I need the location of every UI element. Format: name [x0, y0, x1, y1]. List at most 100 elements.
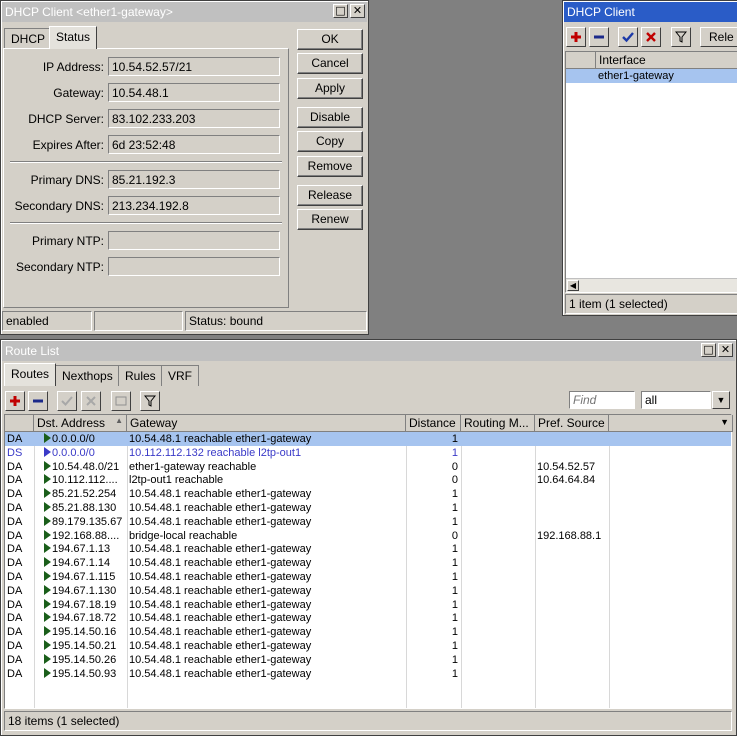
chevron-down-icon[interactable]: ▼	[712, 391, 730, 409]
table-row[interactable]: DS 0.0.0.0/0 10.112.112.132 reachable l2tp…	[5, 446, 731, 460]
table-row[interactable]: DA 192.168.88.... bridge-local reachable 0 1…	[5, 529, 731, 543]
routing-mark-cell	[461, 653, 535, 667]
field-label: DHCP Server:	[28, 112, 104, 126]
gateway-cell-text: 10.54.48.1 reachable ether1-gateway	[129, 502, 312, 514]
column-flags[interactable]	[5, 415, 34, 432]
gateway-cell-text: bridge-local reachable	[129, 529, 238, 542]
pref-source-cell: 192.168.88.1	[535, 529, 609, 543]
route-active-icon	[44, 529, 51, 540]
tab-routes[interactable]: Routes	[4, 363, 57, 386]
scroll-left-icon[interactable]: ◀	[567, 280, 579, 291]
dst-address-cell-text: 192.168.88....	[52, 529, 120, 542]
close-icon[interactable]: ✕	[718, 343, 733, 357]
disable-button[interactable]: Disable	[297, 107, 363, 128]
plus-icon[interactable]	[566, 27, 586, 47]
gateway-cell: 10.54.48.1 reachable ether1-gateway	[127, 542, 406, 556]
distance-cell: 1	[406, 598, 461, 612]
filter-icon[interactable]	[671, 27, 691, 47]
renew-button[interactable]: Renew	[297, 209, 363, 230]
routing-mark-cell	[461, 625, 535, 639]
column-gateway[interactable]: Gateway	[127, 415, 406, 432]
distance-cell-text: 1	[451, 488, 458, 501]
column-dst-address[interactable]: Dst. Address ▲	[34, 415, 127, 432]
release-button[interactable]: Release	[297, 185, 363, 206]
table-row[interactable]: DA 0.0.0.0/0 10.54.48.1 reachable ether1-g…	[5, 432, 731, 446]
dst-address-cell-text: 85.21.88.130	[52, 502, 117, 514]
tab-rules[interactable]: Rules	[118, 365, 163, 386]
table-row[interactable]: DA 85.21.52.254 10.54.48.1 reachable ether…	[5, 487, 731, 501]
cross-icon[interactable]	[641, 27, 661, 47]
table-row[interactable]: DA 195.14.50.26 10.54.48.1 reachable ether…	[5, 653, 731, 667]
remove-button[interactable]: Remove	[297, 156, 363, 177]
column-pref-source[interactable]: Pref. Source	[535, 415, 609, 432]
tab-dhcp[interactable]: DHCP	[4, 28, 53, 49]
distance-cell: 1	[406, 611, 461, 625]
check-icon[interactable]	[57, 391, 77, 411]
chevron-down-icon[interactable]: ▼	[720, 417, 729, 427]
minus-icon[interactable]	[589, 27, 609, 47]
tab-status[interactable]: Status	[49, 26, 98, 49]
gateway-cell: 10.54.48.1 reachable ether1-gateway	[127, 501, 406, 515]
table-row[interactable]: DA 195.14.50.21 10.54.48.1 reachable ether…	[5, 639, 731, 653]
route-active-icon	[44, 640, 51, 650]
close-icon[interactable]: ✕	[350, 4, 365, 18]
dhcp-client-list[interactable]: Interface ether1-gateway ◀	[565, 51, 737, 293]
route-table[interactable]: Dst. Address ▲ Gateway Distance Routing …	[4, 414, 733, 709]
flags-cell-text: DA	[7, 584, 23, 597]
filter-select[interactable]: all	[641, 391, 711, 409]
apply-button[interactable]: Apply	[297, 78, 363, 99]
table-row[interactable]: DA 10.112.112.... l2tp-out1 reachable 0 10.6…	[5, 473, 731, 487]
gateway-cell-text: 10.54.48.1 reachable ether1-gateway	[129, 598, 312, 611]
tab-vrf[interactable]: VRF	[161, 365, 199, 386]
check-icon[interactable]	[618, 27, 638, 47]
dst-address-cell-text: 194.67.1.115	[52, 571, 116, 583]
tab-nexthops[interactable]: Nexthops	[55, 365, 120, 386]
route-active-icon	[44, 667, 51, 678]
route-active-icon	[44, 626, 51, 637]
cancel-button[interactable]: Cancel	[297, 53, 363, 74]
routing-mark-cell	[461, 570, 535, 584]
route-active-icon	[44, 653, 51, 664]
distance-cell: 1	[406, 432, 461, 446]
release-button-partial[interactable]: Rele	[700, 27, 737, 47]
routing-mark-cell	[461, 432, 535, 446]
dst-address-cell-text: 195.14.50.21	[52, 640, 117, 652]
table-row[interactable]: DA 195.14.50.16 10.54.48.1 reachable ether…	[5, 625, 731, 639]
pref-source-cell-text: 10.54.52.57	[537, 460, 596, 473]
plus-icon[interactable]	[5, 391, 25, 411]
table-row[interactable]: ether1-gateway	[566, 69, 737, 83]
cross-icon[interactable]	[81, 391, 101, 411]
dhcp-list-titlebar[interactable]: DHCP Client	[564, 2, 737, 22]
minus-icon[interactable]	[28, 391, 48, 411]
table-row[interactable]: DA 194.67.1.14 10.54.48.1 reachable ether1…	[5, 556, 731, 570]
filter-icon[interactable]	[140, 391, 160, 411]
column-distance[interactable]: Distance	[406, 415, 461, 432]
column-interface[interactable]: Interface	[596, 52, 737, 69]
table-row[interactable]: DA 194.67.1.115 10.54.48.1 reachable ether…	[5, 570, 731, 584]
find-input[interactable]	[569, 391, 635, 409]
table-row[interactable]: DA 194.67.1.130 10.54.48.1 reachable ether…	[5, 584, 731, 598]
table-row[interactable]: DA 194.67.1.13 10.54.48.1 reachable ether1…	[5, 542, 731, 556]
restore-icon[interactable]: □	[701, 343, 716, 357]
expires-after-field: 6d 23:52:48	[108, 135, 280, 154]
table-row[interactable]: DA 89.179.135.67 10.54.48.1 reachable ethe…	[5, 515, 731, 529]
horizontal-scrollbar[interactable]: ◀	[566, 278, 737, 292]
dhcp-client-titlebar[interactable]: DHCP Client <ether1-gateway> □ ✕	[2, 2, 367, 22]
restore-icon[interactable]: □	[333, 4, 348, 18]
flags-cell: DA	[5, 460, 34, 474]
flags-cell-text: DA	[7, 667, 23, 680]
table-row[interactable]: DA 10.54.48.0/21 ether1-gateway reachable 0…	[5, 460, 731, 474]
ok-button[interactable]: OK	[297, 29, 363, 50]
copy-button[interactable]: Copy	[297, 131, 363, 152]
comment-icon[interactable]	[111, 391, 131, 411]
column-routing-mark[interactable]: Routing M...	[461, 415, 535, 432]
table-row[interactable]: DA 195.14.50.93 10.54.48.1 reachable ether…	[5, 667, 731, 681]
table-row[interactable]: DA 194.67.18.72 10.54.48.1 reachable ether…	[5, 611, 731, 625]
route-list-titlebar[interactable]: Route List □ ✕	[2, 341, 735, 361]
distance-cell: 1	[406, 501, 461, 515]
table-row[interactable]: DA 194.67.18.19 10.54.48.1 reachable ether…	[5, 598, 731, 612]
flags-cell: DA	[5, 432, 34, 446]
table-row[interactable]: DA 85.21.88.130 10.54.48.1 reachable ether…	[5, 501, 731, 515]
gateway-cell: 10.112.112.132 reachable l2tp-out1	[127, 446, 406, 460]
flags-cell: DA	[5, 556, 34, 570]
